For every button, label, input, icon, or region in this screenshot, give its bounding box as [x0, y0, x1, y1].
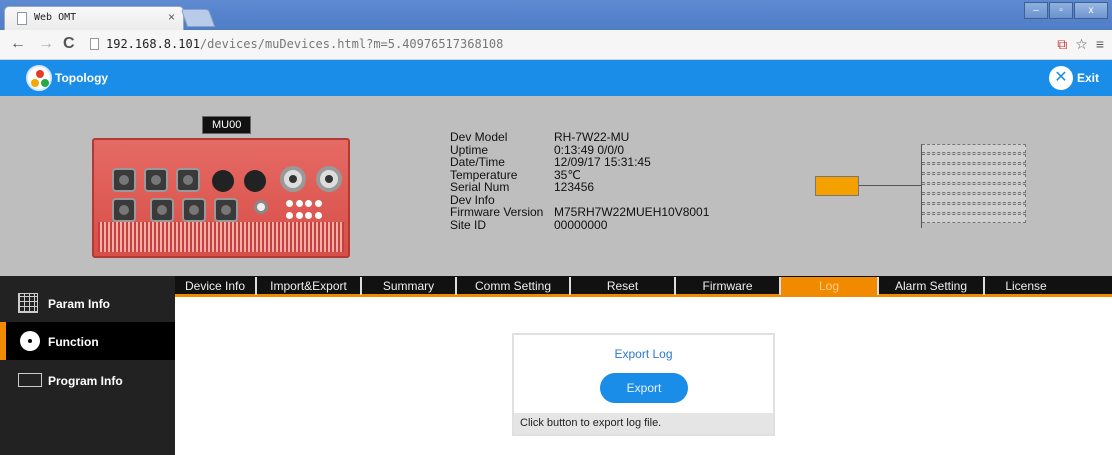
sidebar-item-program-info[interactable]: Program Info [0, 361, 175, 399]
tab-firmware[interactable]: Firmware [676, 277, 781, 295]
tab-comm-setting[interactable]: Comm Setting [457, 277, 571, 295]
tab-reset[interactable]: Reset [571, 277, 676, 295]
back-arrow-icon[interactable]: ← [10, 35, 26, 53]
topology-link[interactable]: Topology [55, 71, 108, 85]
connector-icon [176, 168, 200, 192]
topology-link-line [859, 185, 921, 186]
browser-titlebar: Web OMT × – ▫ x [0, 0, 1112, 30]
minimize-button[interactable]: – [1024, 2, 1048, 19]
tab-device-info[interactable]: Device Info [175, 277, 257, 295]
grid-icon [18, 293, 38, 313]
connector-icon [182, 198, 206, 222]
sidebar-item-label: Function [48, 335, 99, 349]
topology-slave-node[interactable] [922, 154, 1026, 163]
tab-title: Web OMT [34, 12, 77, 23]
topology-slave-node[interactable] [922, 164, 1026, 173]
tab-license[interactable]: License [985, 277, 1067, 295]
device-info-list: Dev Model RH-7W22-MU Uptime 0:13:49 0/0/0 … [450, 131, 709, 231]
n-connector-icon [316, 166, 342, 192]
url-path: /devices/muDevices.html?m=5.409765173681… [199, 37, 504, 51]
export-hint: Click button to export log file. [514, 413, 773, 434]
connector-icon [112, 168, 136, 192]
topology-slave-nodes [922, 144, 1026, 224]
window-icon [18, 373, 42, 387]
connector-icon [214, 198, 238, 222]
sidebar: Param Info Function Program Info [0, 276, 175, 455]
sidebar-item-function[interactable]: Function [0, 322, 175, 360]
tab-log[interactable]: Log [781, 277, 879, 295]
export-button[interactable]: Export [600, 373, 688, 403]
toolbar-icons: ⧉ ☆ ≡ [1057, 36, 1104, 53]
connector-icon [150, 198, 174, 222]
button-icon [254, 200, 268, 214]
browser-toolbar: ← → C 192.168.8.101/devices/muDevices.ht… [0, 30, 1112, 60]
url-host: 192.168.8.101 [106, 37, 200, 51]
window-controls: – ▫ x [1023, 2, 1108, 19]
page-icon [90, 38, 99, 50]
port-icon [212, 170, 234, 192]
heatsink-fins [98, 222, 344, 252]
topology-icon[interactable] [26, 65, 52, 91]
info-row: Firmware Version M75RH7W22MUEH10V8001 [450, 205, 710, 219]
topology-master-node[interactable] [815, 176, 859, 196]
exit-icon[interactable]: ✕ [1049, 66, 1073, 90]
tab-alarm-setting[interactable]: Alarm Setting [879, 277, 985, 295]
export-log-panel: Export Log Export Click button to export… [512, 333, 775, 436]
topology-slave-node[interactable] [922, 194, 1026, 203]
led-grid-icon [286, 200, 322, 222]
export-log-title: Export Log [614, 347, 673, 361]
maximize-button[interactable]: ▫ [1049, 2, 1073, 19]
reload-icon[interactable]: C [63, 35, 75, 53]
tab-import-export[interactable]: Import&Export [257, 277, 362, 295]
gear-icon [20, 331, 40, 351]
browser-tab[interactable]: Web OMT × [4, 6, 184, 30]
connector-icon [112, 198, 136, 222]
port-icon [244, 170, 266, 192]
device-image [92, 138, 350, 258]
info-row: Serial Num 123456 [450, 180, 595, 194]
device-panel: MU00 Dev Model RH-7W22-MU Uptime 0:13:49 0… [0, 96, 1112, 276]
sidebar-item-label: Program Info [48, 374, 123, 388]
info-row: Site ID 00000000 [450, 217, 608, 232]
topology-slave-node[interactable] [922, 214, 1026, 223]
exit-link[interactable]: Exit [1077, 71, 1099, 85]
device-name-badge: MU00 [202, 116, 252, 134]
window-close-button[interactable]: x [1074, 2, 1108, 19]
bookmark-star-icon[interactable]: ☆ [1075, 36, 1088, 53]
tab-summary[interactable]: Summary [362, 277, 457, 295]
topology-slave-node[interactable] [922, 204, 1026, 213]
sidebar-item-param-info[interactable]: Param Info [0, 284, 175, 322]
topology-slave-node[interactable] [922, 184, 1026, 193]
topology-slave-node[interactable] [922, 144, 1026, 153]
forward-arrow-icon[interactable]: → [38, 35, 54, 53]
address-bar[interactable]: 192.168.8.101/devices/muDevices.html?m=5… [106, 37, 503, 51]
topology-slave-node[interactable] [922, 174, 1026, 183]
info-row: Dev Model RH-7W22-MU [450, 130, 630, 144]
app-header: Topology ✕ Exit [0, 60, 1112, 96]
translate-icon[interactable]: ⧉ [1057, 36, 1067, 53]
tab-close-icon[interactable]: × [168, 10, 175, 24]
page-icon [17, 12, 27, 25]
connector-icon [144, 168, 168, 192]
new-tab-button[interactable] [180, 9, 216, 27]
n-connector-icon [280, 166, 306, 192]
info-row: Date/Time 12/09/17 15:31:45 [450, 155, 651, 169]
menu-icon[interactable]: ≡ [1096, 36, 1104, 53]
sidebar-item-label: Param Info [48, 297, 111, 311]
